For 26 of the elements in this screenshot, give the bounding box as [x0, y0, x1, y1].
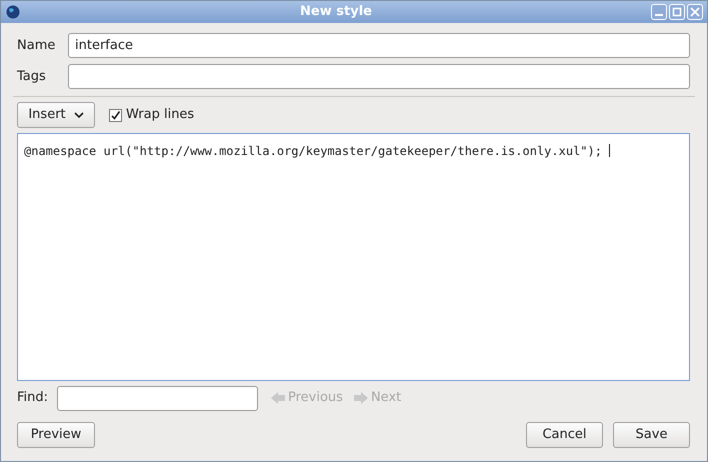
- maximize-icon: [672, 7, 682, 17]
- find-label: Find:: [17, 389, 50, 408]
- code-editor[interactable]: @namespace url("http://www.mozilla.org/keymaster/gatekeeper/there.is.only.xul");: [17, 133, 690, 381]
- insert-dropdown[interactable]: Insert: [17, 102, 95, 128]
- code-text: @namespace url("http://www.mozilla.org/keymaster/gatekeeper/there.is.only.xul");: [24, 144, 602, 158]
- wrap-lines-label: Wrap lines: [126, 106, 194, 124]
- arrow-right-icon: [352, 391, 369, 405]
- tags-field[interactable]: [68, 64, 690, 89]
- check-icon: [110, 110, 121, 120]
- find-field[interactable]: [57, 386, 258, 410]
- checkbox[interactable]: [109, 108, 122, 122]
- tags-label: Tags: [17, 68, 47, 86]
- name-label: Name: [17, 36, 56, 55]
- minimize-icon: [655, 14, 663, 16]
- cancel-button[interactable]: Cancel: [526, 422, 603, 448]
- globe-icon: [5, 4, 21, 20]
- chevron-down-icon: [74, 112, 84, 118]
- window-title: New style: [299, 3, 373, 22]
- close-button[interactable]: [687, 4, 703, 20]
- close-icon: [690, 7, 700, 17]
- preview-button[interactable]: Preview: [17, 422, 95, 448]
- name-field[interactable]: interface: [68, 33, 690, 58]
- arrow-left-icon: [270, 391, 286, 405]
- minimize-button[interactable]: [651, 4, 667, 20]
- maximize-button[interactable]: [669, 4, 685, 20]
- save-button[interactable]: Save: [613, 422, 690, 448]
